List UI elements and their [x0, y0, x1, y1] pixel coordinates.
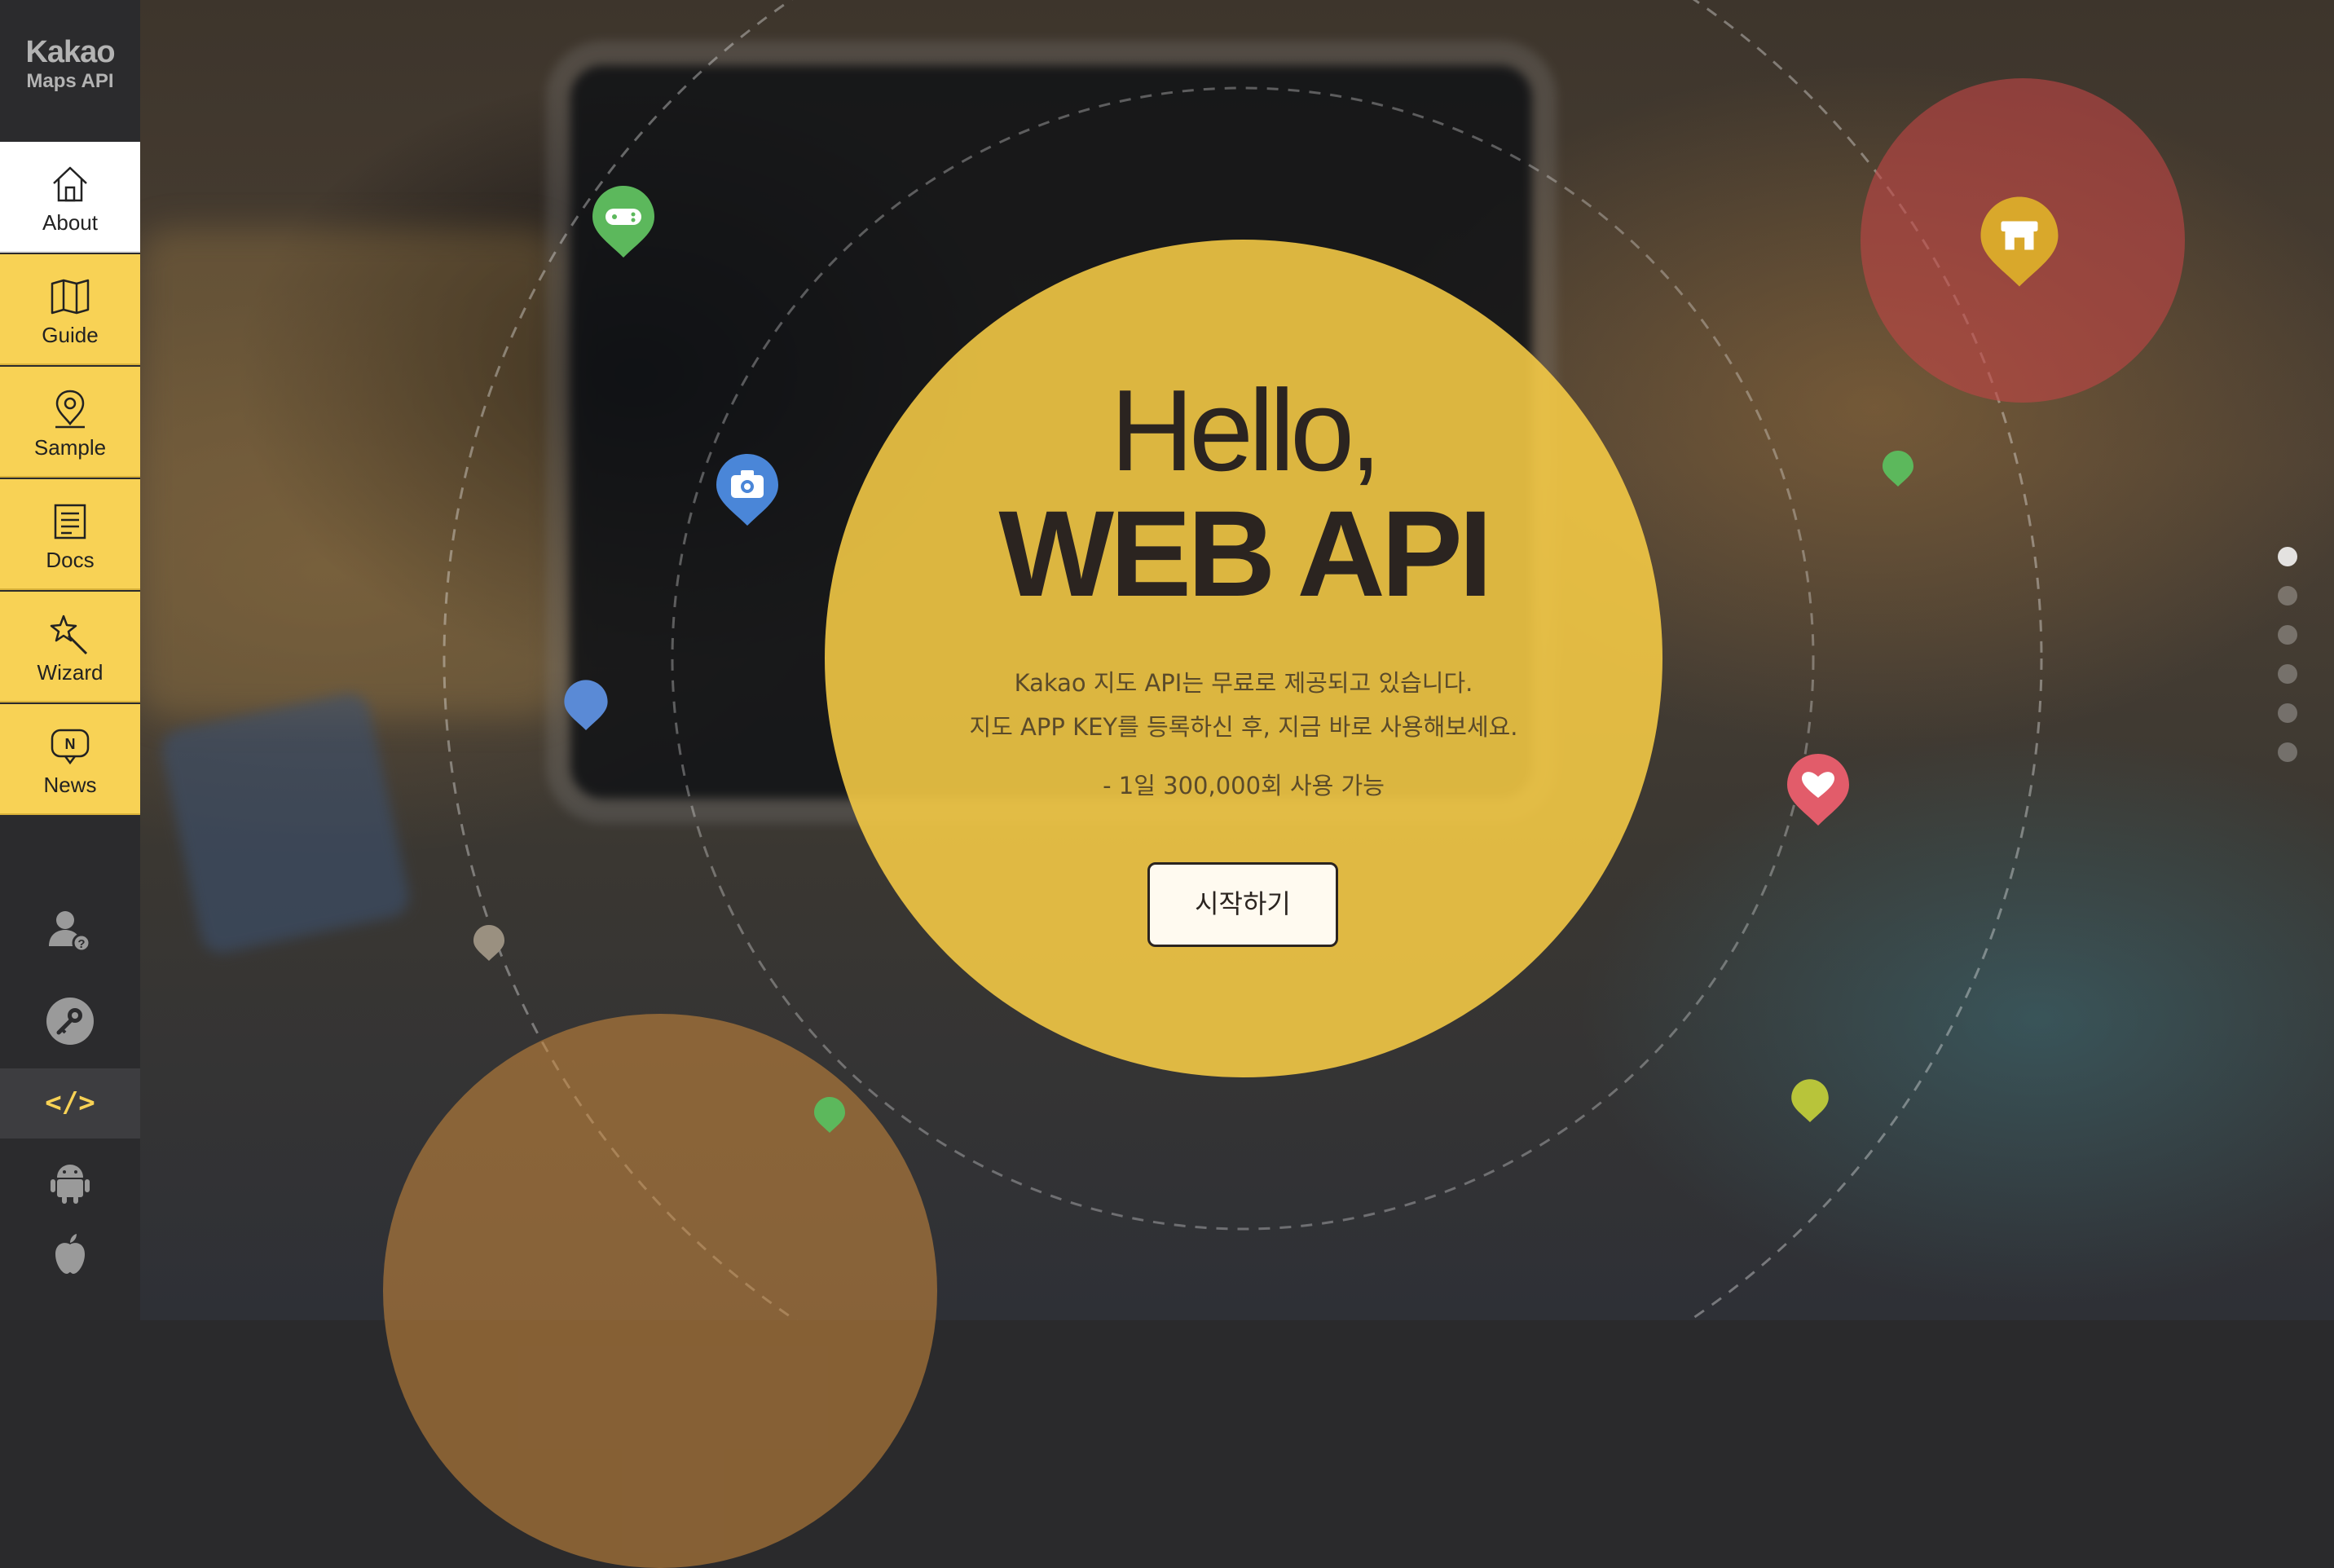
pager-dot[interactable]	[2278, 742, 2297, 762]
sidebar: Kakao Maps API About Guide Sample Docs W…	[0, 0, 140, 1320]
document-icon	[54, 504, 86, 540]
nav-item-wizard[interactable]: Wizard	[0, 592, 140, 703]
news-bubble-icon: N	[51, 729, 90, 765]
home-icon	[53, 166, 87, 202]
key-icon	[46, 998, 94, 1045]
store-pin-icon	[1980, 196, 2059, 287]
logo-subtitle: Maps API	[26, 70, 114, 92]
green-pin-icon	[814, 1097, 845, 1133]
grey-pin-icon	[473, 925, 504, 961]
android-tab[interactable]	[0, 1141, 140, 1211]
pager-dot[interactable]	[2278, 703, 2297, 723]
web-code-tab[interactable]: </>	[0, 1068, 140, 1139]
green-pin-icon	[1883, 451, 1913, 487]
nav-label: Docs	[46, 548, 95, 572]
pager-dot[interactable]	[2278, 664, 2297, 684]
app-key-button[interactable]	[0, 980, 140, 1050]
map-pins	[473, 186, 2059, 1133]
user-help-icon: ?	[49, 911, 91, 953]
ios-tab[interactable]	[0, 1213, 140, 1283]
nav-item-sample[interactable]: Sample	[0, 367, 140, 478]
location-pin-icon	[55, 390, 85, 429]
nav-item-about[interactable]: About	[0, 142, 140, 253]
nav-label: News	[43, 773, 97, 797]
blue-pin-icon	[564, 680, 608, 730]
magic-wand-icon	[50, 614, 88, 655]
svg-text:?: ?	[77, 937, 85, 951]
camera-pin-icon	[716, 454, 778, 526]
heart-pin-icon	[1787, 754, 1849, 826]
pager-dot[interactable]	[2278, 625, 2297, 645]
nav-item-news[interactable]: N News	[0, 704, 140, 815]
code-icon: </>	[45, 1086, 95, 1119]
logo[interactable]: Kakao Maps API	[0, 34, 140, 93]
user-help-button[interactable]: ?	[0, 890, 140, 960]
android-icon	[51, 1165, 90, 1204]
pager-dot[interactable]	[2278, 586, 2297, 606]
lime-pin-icon	[1791, 1079, 1829, 1122]
nav-label: Sample	[33, 435, 107, 460]
pager-dot[interactable]	[2278, 547, 2297, 566]
svg-text:N: N	[65, 736, 76, 752]
game-pin-icon	[592, 186, 654, 258]
nav-item-docs[interactable]: Docs	[0, 479, 140, 590]
nav-label: Wizard	[37, 660, 103, 685]
nav-label: Guide	[42, 323, 99, 347]
map-book-icon	[51, 279, 90, 315]
nav-item-guide[interactable]: Guide	[0, 254, 140, 365]
nav-label: About	[42, 210, 98, 235]
apple-icon	[55, 1234, 85, 1274]
logo-title: Kakao	[25, 35, 115, 69]
